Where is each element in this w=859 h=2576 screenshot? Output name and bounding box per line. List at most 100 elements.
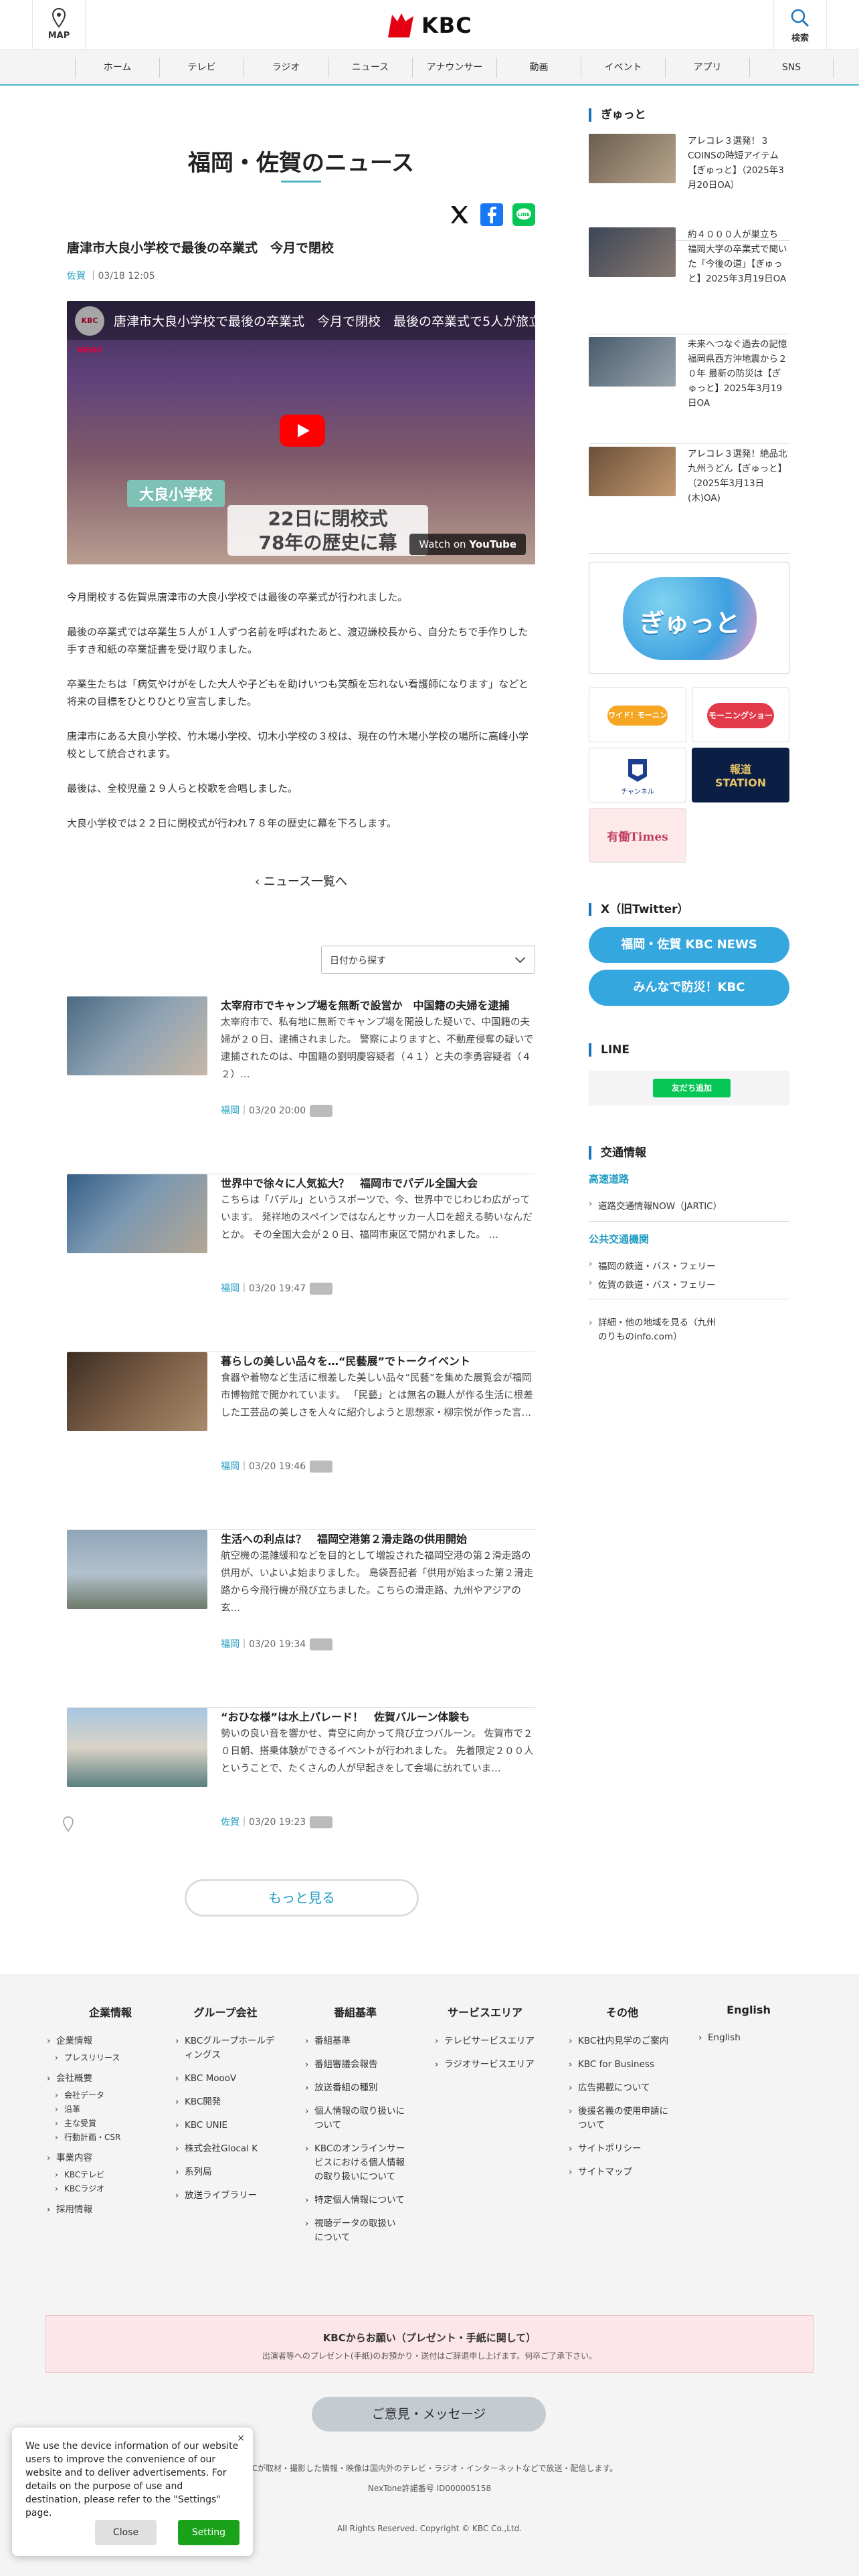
news-thumbnail[interactable]: [67, 1174, 207, 1253]
gyutto-item[interactable]: アレコレ３選発！３COINSの時短アイテム【ぎゅっと】（2025年3月20日OA…: [589, 134, 789, 241]
footer-link[interactable]: サイトマップ: [569, 2165, 676, 2179]
line-add-friend-button[interactable]: 友だち追加: [653, 1079, 731, 1097]
footer-link[interactable]: KBCのオンラインサービスにおける個人情報の取り扱いについて: [305, 2142, 405, 2184]
nav-item-event[interactable]: イベント: [581, 58, 665, 78]
footer-link[interactable]: 放送番組の種別: [305, 2081, 405, 2095]
footer-link[interactable]: 番組審議会報告: [305, 2058, 405, 2072]
footer-link[interactable]: 株式会社Glocal K: [175, 2142, 276, 2156]
watch-on-youtube-button[interactable]: Watch on YouTube: [409, 534, 526, 555]
gyutto-item[interactable]: アレコレ３選発！絶品北九州うどん【ぎゅっと】（2025年3月13日(木)OA): [589, 447, 789, 554]
morning-show-banner[interactable]: モーニングショー: [692, 687, 789, 742]
nav-item-news[interactable]: ニュース: [328, 58, 412, 78]
news-pref-tag[interactable]: 福岡: [221, 1639, 240, 1650]
footer-sublink[interactable]: プレスリリース: [47, 2051, 174, 2065]
x-share-icon[interactable]: [448, 203, 471, 226]
search-button[interactable]: 検索: [773, 0, 827, 49]
gyutto-item-text[interactable]: アレコレ３選発！３COINSの時短アイテム【ぎゅっと】（2025年3月20日OA…: [688, 134, 789, 193]
traffic-public-link[interactable]: 佐賀の鉄道・バス・フェリー: [589, 1277, 789, 1291]
footer-sublink[interactable]: 沿革: [47, 2103, 174, 2117]
nav-item-tv[interactable]: テレビ: [159, 58, 244, 78]
footer-link[interactable]: KBC MoooV: [175, 2072, 276, 2086]
footer-link[interactable]: 個人情報の取り扱いについて: [305, 2105, 405, 2133]
facebook-share-icon[interactable]: [480, 203, 503, 226]
footer-link[interactable]: 特定個人情報について: [305, 2193, 405, 2208]
traffic-more-link[interactable]: 詳細・他の地域を見る（九州のりものinfo.com）: [589, 1316, 716, 1344]
gyutto-banner[interactable]: ぎゅっと: [589, 562, 789, 674]
footer-link[interactable]: KBC開発: [175, 2095, 276, 2109]
gyutto-thumbnail[interactable]: [589, 227, 676, 277]
news-thumbnail[interactable]: [67, 996, 207, 1075]
news-pref-tag[interactable]: 福岡: [221, 1461, 240, 1472]
gyutto-item-text[interactable]: 未来へつなぐ過去の記憶 福岡県西方沖地震から２０年 最新の防災は【ぎゅっと】20…: [688, 337, 789, 411]
footer-link[interactable]: 企業情報: [47, 2034, 174, 2048]
footer-link[interactable]: English: [698, 2031, 799, 2045]
gyutto-thumbnail[interactable]: [589, 134, 676, 183]
footer-link[interactable]: 採用情報: [47, 2203, 174, 2217]
footer-link[interactable]: テレビサービスエリア: [435, 2034, 535, 2048]
footer-link[interactable]: KBC for Business: [569, 2058, 676, 2072]
news-thumbnail[interactable]: [67, 1530, 207, 1609]
cookie-close-button[interactable]: Close: [95, 2520, 157, 2545]
news-title[interactable]: 暮らしの美しい品々を…“民藝展”でトークイベント: [221, 1352, 535, 1368]
footer-sublink[interactable]: 会社データ: [47, 2088, 174, 2103]
footer-sublink[interactable]: KBCテレビ: [47, 2168, 174, 2182]
footer-sublink[interactable]: 行動計画・CSR: [47, 2131, 174, 2145]
news-item[interactable]: 生活への利点は？ 福岡空港第２滑走路の供用開始 航空機の混雑緩和などを目的として…: [67, 1530, 535, 1708]
gyutto-item[interactable]: 約４０００人が巣立ち 福岡大学の卒業式で聞いた「今後の道」【ぎゅっと】2025年…: [589, 227, 789, 334]
news-pref-tag[interactable]: 福岡: [221, 1105, 240, 1116]
news-pref-tag[interactable]: 福岡: [221, 1283, 240, 1294]
nav-item-announcer[interactable]: アナウンサー: [412, 58, 496, 78]
gyutto-item[interactable]: 未来へつなぐ過去の記憶 福岡県西方沖地震から２０年 最新の防災は【ぎゅっと】20…: [589, 337, 789, 444]
play-button-icon[interactable]: [280, 415, 325, 447]
opinion-button[interactable]: ご意見・メッセージ: [312, 2397, 546, 2432]
traffic-road-link[interactable]: 道路交通情報NOW（JARTIC）: [589, 1198, 789, 1212]
traffic-public-link[interactable]: 福岡の鉄道・バス・フェリー: [589, 1259, 789, 1272]
footer-link[interactable]: 後援名義の使用申請について: [569, 2105, 676, 2133]
yukan-times-banner[interactable]: 有働Times: [589, 808, 686, 863]
news-item[interactable]: 暮らしの美しい品々を…“民藝展”でトークイベント 食器や着物など生活に根差した美…: [67, 1352, 535, 1530]
gyutto-thumbnail[interactable]: [589, 337, 676, 387]
video-title[interactable]: 唐津市大良小学校で最後の卒業式 今月で閉校 最後の卒業式で5人が旅立ち: [67, 301, 535, 340]
wide-morning-banner[interactable]: ワイド！モーニング: [589, 687, 686, 742]
houdou-station-banner[interactable]: 報道 STATION: [692, 748, 789, 802]
nav-item-sns[interactable]: SNS: [749, 58, 834, 78]
footer-link[interactable]: KBC UNIE: [175, 2119, 276, 2133]
nav-item-radio[interactable]: ラジオ: [244, 58, 328, 78]
news-thumbnail[interactable]: [67, 1708, 207, 1787]
footer-link[interactable]: KBCグループホールディングス: [175, 2034, 276, 2062]
kbc-logo[interactable]: KBC: [385, 11, 472, 40]
gyutto-thumbnail[interactable]: [589, 447, 676, 496]
map-button[interactable]: MAP: [32, 0, 86, 49]
nav-item-home[interactable]: ホーム: [75, 58, 159, 78]
footer-link[interactable]: 系列局: [175, 2165, 276, 2179]
footer-link[interactable]: 放送ライブラリー: [175, 2189, 276, 2203]
news-item[interactable]: “おひな様”は水上パレード！ 佐賀バルーン体験も 勢いの良い音を響かせ、青空に向…: [67, 1708, 535, 1886]
line-share-icon[interactable]: LINE: [512, 203, 535, 226]
x-account-button[interactable]: みんなで防災！KBC: [589, 970, 789, 1006]
footer-link[interactable]: 事業内容: [47, 2151, 174, 2165]
news-title[interactable]: 生活への利点は？ 福岡空港第２滑走路の供用開始: [221, 1530, 535, 1546]
news-item[interactable]: 太宰府市でキャンプ場を無断で設営か 中国籍の夫婦を逮捕 太宰府市で、私有地に無断…: [67, 996, 535, 1174]
channel-banner[interactable]: チャンネル: [589, 748, 686, 802]
x-account-button[interactable]: 福岡・佐賀 KBC NEWS: [589, 927, 789, 963]
close-icon[interactable]: ×: [237, 2433, 245, 2444]
footer-link[interactable]: 会社概要: [47, 2072, 174, 2086]
footer-sublink[interactable]: 主な受賞: [47, 2117, 174, 2131]
footer-sublink[interactable]: KBCラジオ: [47, 2182, 174, 2196]
footer-link[interactable]: 広告掲載について: [569, 2081, 676, 2095]
back-to-news-list-link[interactable]: ‹ ニュース一覧へ: [67, 872, 535, 889]
footer-link[interactable]: 番組基準: [305, 2034, 405, 2048]
news-item[interactable]: 世界中で徐々に人気拡大？ 福岡市でパデル全国大会 こちらは「パデル」というスポー…: [67, 1174, 535, 1352]
footer-link[interactable]: ラジオサービスエリア: [435, 2058, 535, 2072]
news-title[interactable]: 太宰府市でキャンプ場を無断で設営か 中国籍の夫婦を逮捕: [221, 996, 535, 1012]
cookie-setting-button[interactable]: Setting: [178, 2520, 240, 2545]
gyutto-item-text[interactable]: 約４０００人が巣立ち 福岡大学の卒業式で聞いた「今後の道」【ぎゅっと】2025年…: [688, 227, 789, 286]
more-button[interactable]: もっと見る: [185, 1879, 419, 1917]
footer-link[interactable]: KBC社内見学のご案内: [569, 2034, 676, 2048]
youtube-embed[interactable]: KBC NEWS 唐津市大良小学校で最後の卒業式 今月で閉校 最後の卒業式で5人…: [67, 301, 535, 564]
news-thumbnail[interactable]: [67, 1352, 207, 1431]
footer-link[interactable]: サイトポリシー: [569, 2142, 676, 2156]
nav-item-video[interactable]: 動画: [496, 58, 581, 78]
news-title[interactable]: “おひな様”は水上パレード！ 佐賀バルーン体験も: [221, 1708, 535, 1724]
gyutto-item-text[interactable]: アレコレ３選発！絶品北九州うどん【ぎゅっと】（2025年3月13日(木)OA): [688, 447, 789, 506]
